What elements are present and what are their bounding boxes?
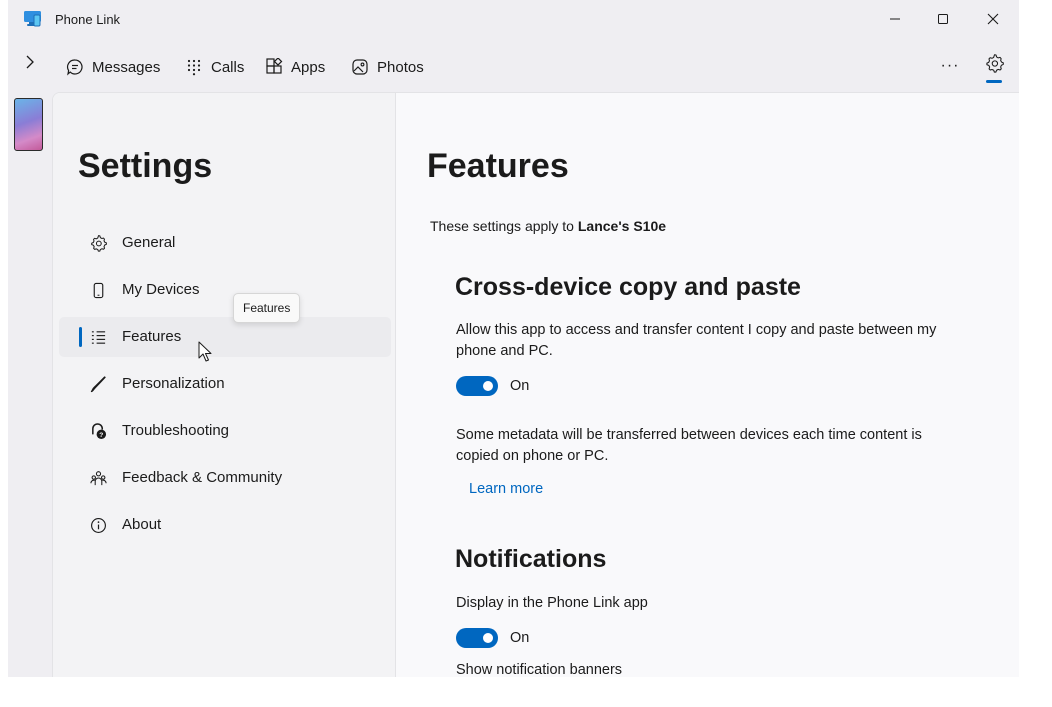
copy-paste-toggle[interactable] bbox=[456, 376, 498, 396]
maximize-icon bbox=[938, 14, 948, 24]
chat-bubble-icon bbox=[67, 59, 83, 76]
title-bar: Phone Link bbox=[8, 0, 1019, 38]
copy-paste-metadata-note: Some metadata will be transferred betwee… bbox=[456, 427, 922, 464]
notification-banners-text: Show notification banners bbox=[456, 662, 623, 677]
notifications-description: Display in the Phone Link app bbox=[456, 595, 648, 611]
chevron-right-icon bbox=[26, 55, 34, 69]
sidebar-item-label: Troubleshooting bbox=[122, 422, 230, 439]
svg-text:?: ? bbox=[99, 432, 103, 439]
tooltip: Features bbox=[233, 293, 301, 323]
minimize-icon bbox=[890, 18, 900, 20]
learn-more-link[interactable]: Learn more bbox=[469, 481, 543, 497]
apps-grid-icon bbox=[266, 58, 283, 74]
notifications-toggle-row: On bbox=[456, 628, 529, 648]
tab-calls[interactable]: Calls bbox=[185, 56, 244, 78]
section-heading-copy-paste: Cross-device copy and paste bbox=[455, 273, 801, 301]
sidebar-item-troubleshooting[interactable]: ? Troubleshooting bbox=[59, 411, 391, 451]
tab-calls-label: Calls bbox=[211, 58, 245, 76]
copy-paste-description: Allow this app to access and transfer co… bbox=[456, 322, 937, 359]
minimize-button[interactable] bbox=[872, 4, 918, 34]
device-scope-text: These settings apply to Lance's S10e bbox=[430, 218, 666, 234]
sidebar-item-label: About bbox=[122, 516, 162, 533]
toggle-knob bbox=[483, 633, 493, 643]
tab-messages-label: Messages bbox=[92, 58, 161, 76]
tab-photos[interactable]: Photos bbox=[351, 56, 424, 78]
selection-indicator bbox=[79, 327, 82, 347]
sidebar-item-label: Personalization bbox=[122, 375, 225, 392]
list-icon bbox=[89, 328, 107, 346]
toggle-knob bbox=[483, 381, 493, 391]
settings-sidebar: Settings General My Devices Features Per… bbox=[53, 93, 396, 677]
settings-title: Settings bbox=[78, 147, 213, 185]
photos-icon bbox=[352, 59, 368, 75]
section-heading-notifications: Notifications bbox=[455, 545, 607, 573]
tab-apps-label: Apps bbox=[291, 58, 326, 76]
content-area: Settings General My Devices Features Per… bbox=[52, 92, 1019, 677]
sidebar-item-label: My Devices bbox=[122, 281, 200, 298]
sidebar-item-features[interactable]: Features bbox=[59, 317, 391, 357]
mouse-cursor-icon bbox=[198, 341, 212, 362]
tab-apps[interactable]: Apps bbox=[265, 56, 325, 78]
troubleshoot-icon: ? bbox=[89, 422, 107, 440]
sidebar-item-feedback-community[interactable]: Feedback & Community bbox=[59, 458, 391, 498]
info-icon bbox=[89, 516, 107, 534]
sidebar-item-label: Feedback & Community bbox=[122, 469, 283, 486]
copy-paste-toggle-row: On bbox=[456, 376, 529, 396]
app-window: Phone Link Messages Calls Apps Photos ··… bbox=[8, 0, 1019, 677]
device-name: Lance's S10e bbox=[577, 218, 667, 234]
people-icon bbox=[89, 469, 107, 487]
brush-icon bbox=[89, 375, 107, 393]
applies-prefix: These settings apply to bbox=[430, 218, 578, 234]
notifications-toggle[interactable] bbox=[456, 628, 498, 648]
phone-thumbnail[interactable] bbox=[14, 98, 43, 151]
active-tab-indicator bbox=[986, 80, 1002, 83]
dialpad-icon bbox=[187, 59, 201, 76]
copy-paste-toggle-label: On bbox=[510, 378, 530, 394]
page-title: Features bbox=[427, 147, 569, 185]
top-nav-bar: Messages Calls Apps Photos ··· bbox=[8, 44, 1019, 90]
notifications-toggle-label: On bbox=[510, 630, 530, 646]
sidebar-item-my-devices[interactable]: My Devices bbox=[59, 270, 391, 310]
sidebar-item-label: General bbox=[122, 234, 176, 251]
close-button[interactable] bbox=[970, 4, 1016, 34]
phone-link-app-icon bbox=[24, 11, 41, 27]
tab-messages[interactable]: Messages bbox=[66, 56, 160, 78]
sidebar-item-about[interactable]: About bbox=[59, 505, 391, 545]
close-icon bbox=[987, 13, 999, 25]
gear-icon bbox=[89, 234, 107, 252]
phone-icon bbox=[89, 281, 107, 299]
settings-button[interactable] bbox=[982, 54, 1006, 84]
sidebar-item-personalization[interactable]: Personalization bbox=[59, 364, 391, 404]
window-title: Phone Link bbox=[55, 12, 121, 27]
gear-icon bbox=[985, 54, 1004, 73]
tab-photos-label: Photos bbox=[377, 58, 424, 76]
expand-pane-button[interactable] bbox=[20, 52, 40, 72]
more-options-button[interactable]: ··· bbox=[938, 54, 962, 78]
maximize-button[interactable] bbox=[920, 4, 966, 34]
features-pane: Features These settings apply to Lance's… bbox=[396, 93, 1019, 677]
sidebar-item-label: Features bbox=[122, 328, 182, 345]
sidebar-item-general[interactable]: General bbox=[59, 223, 391, 263]
